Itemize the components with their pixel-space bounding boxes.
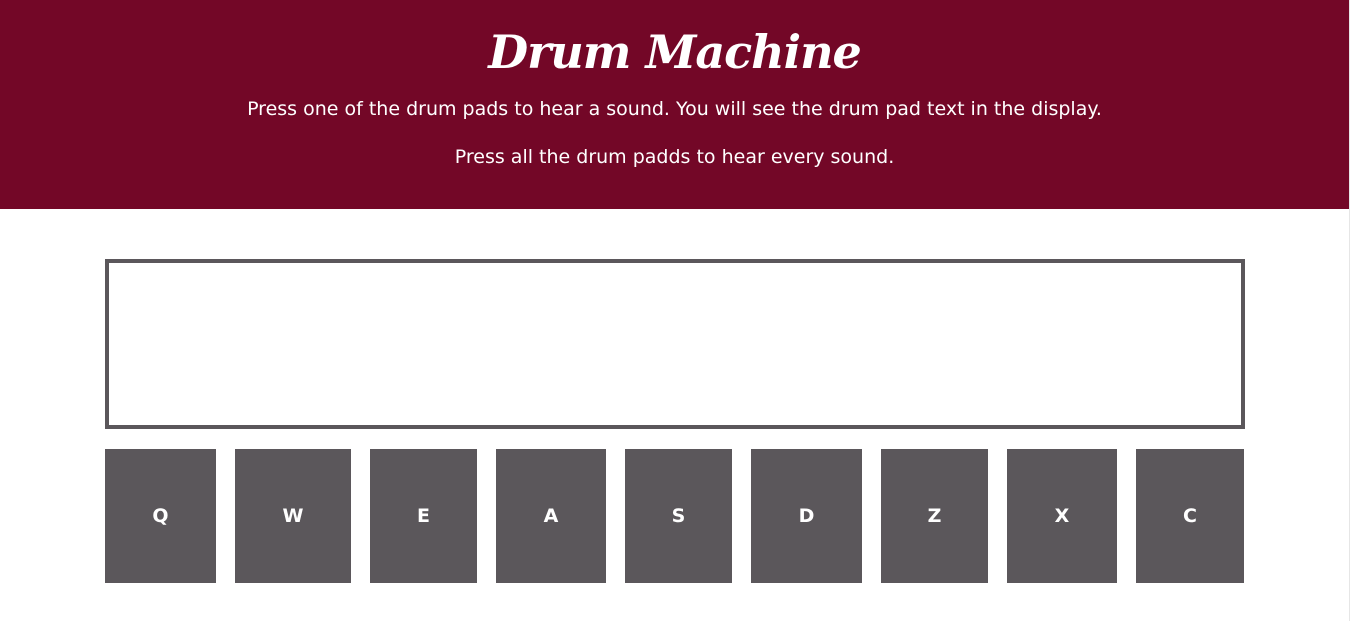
instructions-text-secondary: Press all the drum padds to hear every s… xyxy=(454,146,895,168)
drum-pad-a[interactable]: A xyxy=(496,449,606,583)
drum-pad-z[interactable]: Z xyxy=(881,449,988,583)
drum-pad-d[interactable]: D xyxy=(751,449,862,583)
page-header: Drum Machine Press one of the drum pads … xyxy=(0,0,1349,209)
drum-pad-q[interactable]: Q xyxy=(105,449,216,583)
drum-pad-c[interactable]: C xyxy=(1136,449,1244,583)
instructions-text: Press one of the drum pads to hear a sou… xyxy=(247,98,1102,120)
drum-pad-w[interactable]: W xyxy=(235,449,351,583)
drum-pad-x[interactable]: X xyxy=(1007,449,1117,583)
page-title: Drum Machine xyxy=(488,25,862,79)
drum-pad-e[interactable]: E xyxy=(370,449,477,583)
drum-display xyxy=(105,259,1245,429)
drum-pad-s[interactable]: S xyxy=(625,449,732,583)
